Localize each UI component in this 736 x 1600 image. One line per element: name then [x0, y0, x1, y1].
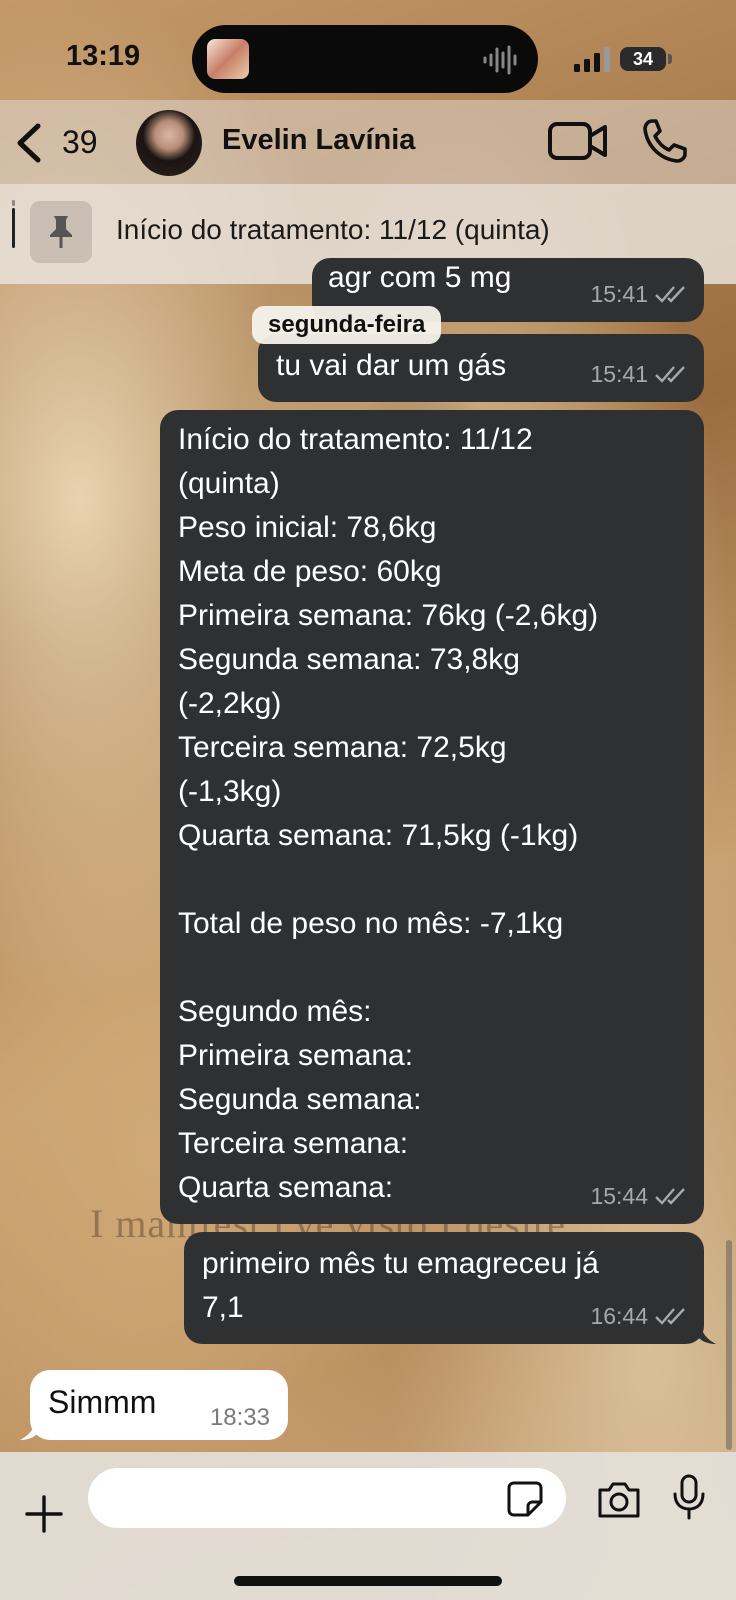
message-line: (-1,3kg): [178, 775, 282, 808]
message-meta: 16:44: [590, 1294, 688, 1338]
sticker-icon[interactable]: [506, 1480, 544, 1518]
date-separator: segunda-feira: [252, 306, 442, 344]
message-time: 16:44: [590, 1303, 648, 1329]
message-bubble-outgoing[interactable]: tu vai dar um gás 15:41: [258, 334, 704, 402]
home-indicator[interactable]: [234, 1576, 502, 1586]
double-check-icon: [655, 366, 685, 383]
chat-header: 39 Evelin Lavínia: [0, 100, 736, 184]
message-line: (quinta): [178, 467, 280, 500]
message-line: Início do tratamento: 11/12: [178, 423, 533, 456]
message-time: 15:41: [590, 281, 648, 307]
audio-wave-icon: [483, 45, 517, 75]
message-text: Simmm: [48, 1384, 157, 1420]
message-meta: 15:44: [590, 1174, 688, 1218]
message-line: Primeira semana:: [178, 1039, 414, 1072]
now-playing-artwork: [207, 39, 249, 79]
message-line: [178, 946, 688, 990]
chevron-left-icon[interactable]: [14, 122, 44, 164]
double-check-icon: [655, 1188, 685, 1205]
clock: 13:19: [66, 40, 141, 72]
pin-box: [30, 201, 92, 263]
status-bar: 13:19 34: [0, 0, 736, 110]
message-line: Segunda semana:: [178, 1083, 422, 1116]
message-line: Quarta semana: 71,5kg (-1kg): [178, 819, 579, 852]
camera-icon[interactable]: [596, 1480, 642, 1520]
message-line: Terceira semana:: [178, 1127, 409, 1160]
scrollbar[interactable]: [726, 1240, 732, 1450]
message-time: 18:33: [209, 1404, 270, 1431]
message-meta: 15:41: [590, 352, 688, 396]
message-line: Segunda semana: 73,8kg: [178, 643, 520, 676]
bubble-tail: [696, 1324, 716, 1344]
pinned-message-text: Início do tratamento: 11/12 (quinta): [116, 214, 550, 245]
message-text: agr com 5 mg: [328, 261, 512, 294]
battery-tip: [668, 54, 672, 64]
double-check-icon: [655, 286, 685, 303]
phone-icon[interactable]: [642, 118, 688, 164]
message-input[interactable]: [88, 1468, 566, 1528]
message-line: Total de peso no mês: -7,1kg: [178, 907, 564, 940]
message-line: Segundo mês:: [178, 995, 372, 1028]
message-text: Início do tratamento: 11/12 (quinta) Pes…: [178, 418, 688, 1210]
back-unread-count[interactable]: 39: [62, 124, 98, 161]
video-camera-icon[interactable]: [548, 120, 608, 162]
message-line: primeiro mês tu emagreceu já: [202, 1247, 599, 1280]
battery-icon: 34: [620, 47, 666, 71]
message-line: Peso inicial: 78,6kg: [178, 511, 437, 544]
microphone-icon[interactable]: [672, 1474, 706, 1520]
message-text: tu vai dar um gás: [276, 349, 507, 382]
message-line: Terceira semana: 72,5kg: [178, 731, 507, 764]
message-time: 15:44: [590, 1183, 648, 1209]
message-line: Primeira semana: 76kg (-2,6kg): [178, 599, 599, 632]
chat-screen: I manifest I've visto I desire 13:19 34: [0, 0, 736, 1600]
bubble-tail: [20, 1420, 40, 1440]
pinned-indicator-active: [12, 208, 15, 248]
message-bubble-outgoing[interactable]: primeiro mês tu emagreceu já 7,1 16:44: [184, 1232, 704, 1344]
pinned-indicator-inactive: [12, 200, 15, 206]
double-check-icon: [655, 1308, 685, 1325]
contact-name[interactable]: Evelin Lavínia: [222, 124, 415, 157]
dynamic-island[interactable]: [192, 25, 538, 93]
plus-icon[interactable]: [24, 1494, 64, 1534]
message-time: 15:41: [590, 361, 648, 387]
message-meta: 15:41: [590, 272, 688, 316]
message-line: (-2,2kg): [178, 687, 282, 720]
message-line: [178, 858, 688, 902]
message-bubble-incoming[interactable]: Simmm 18:33: [30, 1370, 288, 1440]
message-line: Meta de peso: 60kg: [178, 555, 442, 588]
contact-avatar[interactable]: [136, 110, 202, 176]
message-bubble-outgoing[interactable]: Início do tratamento: 11/12 (quinta) Pes…: [160, 410, 704, 1224]
cellular-signal-icon: [574, 47, 610, 72]
pushpin-icon: [50, 216, 72, 248]
